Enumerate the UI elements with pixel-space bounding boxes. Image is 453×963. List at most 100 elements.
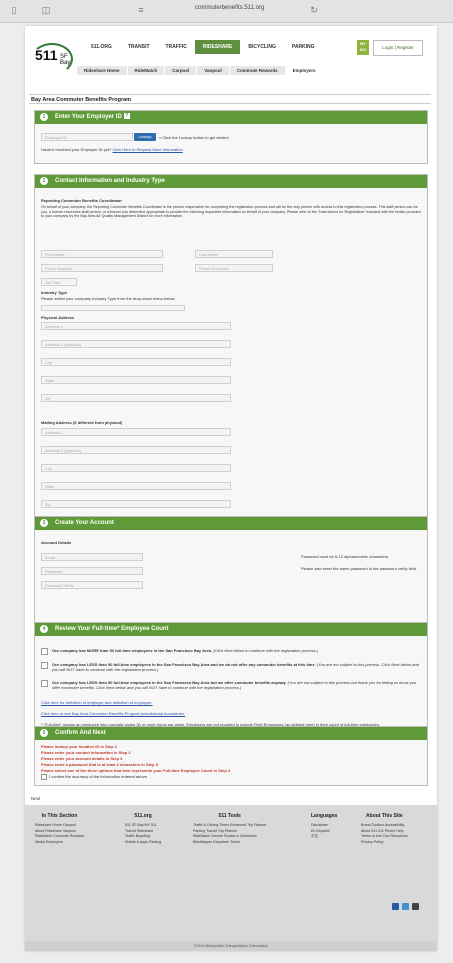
subnav-vanpool[interactable]: Vanpool <box>197 66 230 75</box>
footer-link[interactable]: Privacy Policy <box>361 840 408 846</box>
site-footer: ©2016 Metropolitan Transportation Commis… <box>25 805 437 951</box>
industry-heading: Industry Type <box>41 290 67 295</box>
sidebar-toggle-icon[interactable]: ▯ <box>8 5 20 15</box>
site-header: 511 SF Bay 511.ORG TRANSIT TRAFFIC RIDESHAR… <box>25 26 437 84</box>
physical-address-2-optional-input[interactable]: Address 2 (optional) <box>41 340 231 348</box>
boundaries-link[interactable]: Click here to see Bay Area Commuter Bene… <box>41 711 185 716</box>
nav-parking[interactable]: PARKING <box>284 40 323 54</box>
phone-extension-input[interactable]: Phone Extension <box>195 264 273 272</box>
step3-section: 3 Create Your Account Account Details Ema… <box>34 516 428 628</box>
error-message: Please select one of the three options t… <box>41 768 231 773</box>
footer-about: About This Site Brand Toolbox Accessibili… <box>361 813 408 845</box>
step5-header: 5 Confirm And Next <box>35 727 427 740</box>
password-rule: Password must be 6-12 alphanumeric chara… <box>301 554 390 559</box>
definition-link[interactable]: Click here for definition of employer an… <box>41 700 153 705</box>
lookup-hint: « Click the Lookup button to get started <box>159 135 229 140</box>
footer-link[interactable]: Traffic & Driving Times Enhanced Trip Pl… <box>193 823 267 829</box>
step1-section: 1 Enter Your Employer ID? Employer ID Loo… <box>34 110 428 164</box>
instagram-icon[interactable] <box>412 903 419 910</box>
step1-header: 1 Enter Your Employer ID? <box>35 111 427 124</box>
subnav-commute-rewards[interactable]: Commute Rewards <box>230 66 286 75</box>
password-verify-input[interactable]: Password Verify <box>41 581 143 589</box>
reload-icon[interactable]: ↻ <box>308 5 320 15</box>
logo-number: 511 <box>35 47 58 63</box>
logo-region: SF Bay <box>60 54 71 66</box>
login-register-link[interactable]: Login | Register <box>373 40 423 56</box>
mailing-address-1-input[interactable]: Address 1 <box>41 428 231 436</box>
nav-transit[interactable]: TRANSIT <box>120 40 158 54</box>
nav-traffic[interactable]: TRAFFIC <box>158 40 195 54</box>
step3-header: 3 Create Your Account <box>35 517 427 530</box>
sidebar-icon[interactable]: ◫ <box>40 5 52 15</box>
footer-link[interactable]: RideMatch Service Routes & Schedules <box>193 834 267 840</box>
industry-select[interactable] <box>41 305 185 311</box>
twitter-icon[interactable] <box>402 903 409 910</box>
employer-id-input[interactable]: Employer ID <box>41 133 133 141</box>
subnav-employers[interactable]: Employers <box>285 66 324 75</box>
error-message: Please enter a password that is at least… <box>41 762 158 767</box>
mailing-city-input[interactable]: City <box>41 464 231 472</box>
phone-input[interactable]: Phone Number <box>41 264 163 272</box>
job-title-input[interactable]: Job Title <box>41 278 77 286</box>
next-link[interactable]: Next <box>31 796 40 801</box>
my511-button[interactable]: MY 511 <box>357 40 369 55</box>
account-details-heading: Account Details <box>41 540 72 545</box>
mailing-address-2-optional-input[interactable]: Address 2 (optional) <box>41 446 231 454</box>
password-input[interactable]: Password <box>41 567 143 575</box>
footer-link[interactable]: RideMatch Commute Rewards <box>35 834 84 840</box>
footer-511-tools-heading: 511 Tools <box>218 813 241 819</box>
secondary-nav: Rideshare Home RideMatch Carpool Vanpool Com… <box>77 66 324 75</box>
option-more-than-50-checkbox[interactable] <box>41 648 48 655</box>
subnav-carpool[interactable]: Carpool <box>165 66 198 75</box>
footer-link[interactable]: Mobile & Apps Parking <box>125 840 161 846</box>
page-title: Bay Area Commuter Benefits Program <box>29 94 431 104</box>
step5-section: 5 Confirm And Next I confirm the accuracy… <box>34 726 428 786</box>
address-bar[interactable]: commuterbenefits.511.org <box>195 5 264 11</box>
footer-link[interactable]: 511 SF Bay MY 511 <box>125 823 161 829</box>
footer-511org: 511.org 511 SF Bay MY 511 Transit Rideshar… <box>125 813 161 845</box>
email-input[interactable]: Email <box>41 553 143 561</box>
physical-zip-input[interactable]: Zip <box>41 394 231 402</box>
footer-languages: Languages Disclaimer En Español 中文 <box>311 813 337 840</box>
physical-city-input[interactable]: City <box>41 358 231 366</box>
footer-about-heading: About This Site <box>366 813 403 819</box>
copyright: ©2016 Metropolitan Transportation Commis… <box>25 941 437 951</box>
option-less-than-50-no-benefits-checkbox[interactable] <box>41 662 48 669</box>
help-icon[interactable]: ? <box>123 113 130 120</box>
mailing-state-input[interactable]: State <box>41 482 231 490</box>
step2-header: 2 Contact Information and Industry Type <box>35 175 427 188</box>
first-name-input[interactable]: First Name <box>41 250 163 258</box>
footer-link[interactable]: 中文 <box>311 834 337 840</box>
footer-languages-heading: Languages <box>311 813 338 819</box>
in-this-section: In This Section Rideshare Home Carpool Abo… <box>35 813 84 845</box>
facebook-icon[interactable] <box>392 903 399 910</box>
footer-link[interactable]: Terms of Use Dev Resources <box>361 834 408 840</box>
footer-link[interactable]: BikeMapper Departure Times <box>193 840 267 846</box>
nav-511-org[interactable]: 511.ORG <box>83 40 120 54</box>
error-message: Please enter your account details in Ste… <box>41 756 123 761</box>
footer-511org-heading: 511.org <box>134 813 152 819</box>
mailing-address-heading: Mailing Address (if different from physi… <box>41 420 123 425</box>
confirm-checkbox[interactable] <box>41 774 47 780</box>
step2-section: 2 Contact Information and Industry Type R… <box>34 174 428 522</box>
nav-rideshare[interactable]: RIDESHARE <box>194 40 241 54</box>
footer-link[interactable]: Brand Toolbox Accessibility <box>361 823 408 829</box>
error-message: Please lookup your location ID in Step 1 <box>41 744 118 749</box>
error-message: Please enter your contact information in… <box>41 750 131 755</box>
mailing-zip-input[interactable]: Zip <box>41 500 231 508</box>
footer-link[interactable]: Media Employers <box>35 840 84 846</box>
reader-icon[interactable]: ≡ <box>135 5 147 15</box>
option-less-than-50-with-benefits-checkbox[interactable] <box>41 680 48 687</box>
physical-address-1-input[interactable]: Address 1 <box>41 322 231 330</box>
coordinator-heading: Reporting Commuter Benefits Coordinator <box>41 198 122 203</box>
lookup-button[interactable]: Lookup <box>134 133 156 141</box>
subnav-rideshare-home[interactable]: Rideshare Home <box>77 66 128 75</box>
subnav-ridematch[interactable]: RideMatch <box>128 66 166 75</box>
physical-address-heading: Physical Address <box>41 315 75 320</box>
logo-511[interactable]: 511 SF Bay <box>31 41 73 75</box>
request-info-link[interactable]: Click Here to Request More Information <box>112 147 182 152</box>
last-name-input[interactable]: Last Name <box>195 250 273 258</box>
nav-bicycling[interactable]: BICYCLING <box>240 40 284 54</box>
industry-text: Please select your company Industry Type… <box>41 296 175 301</box>
physical-state-input[interactable]: State <box>41 376 231 384</box>
